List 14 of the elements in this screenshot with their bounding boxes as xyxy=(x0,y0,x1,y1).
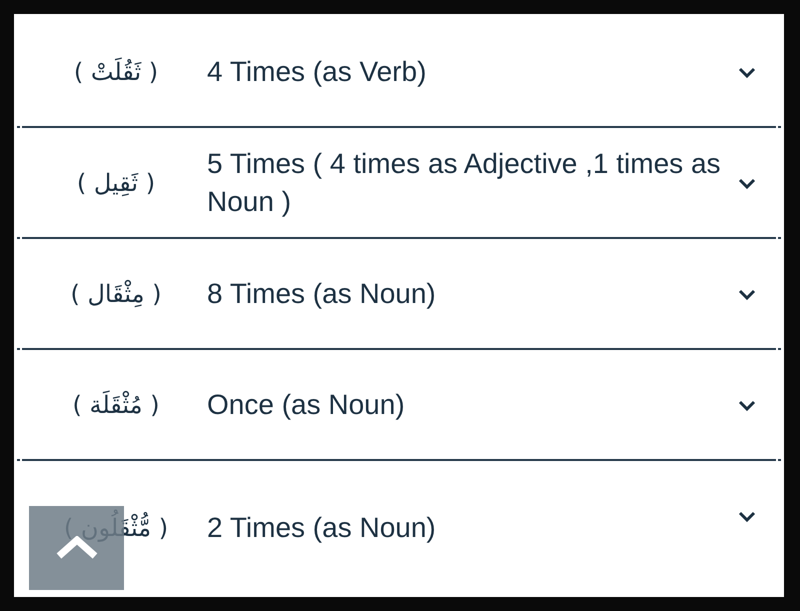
chevron-down-icon[interactable] xyxy=(737,289,757,301)
arabic-word: ( ثَقِيل ) xyxy=(76,168,156,196)
arabic-word: ( مُثْقَلَة ) xyxy=(71,390,161,418)
chevron-down-icon[interactable] xyxy=(737,400,757,412)
chevron-down-icon[interactable] xyxy=(737,178,757,190)
occurrence-text: Once (as Noun) xyxy=(207,388,406,422)
occurrence-text: 5 Times ( 4 times as Adjective ,1 times as Noun ) xyxy=(207,146,722,219)
arabic-word: ( مِثْقَال ) xyxy=(70,280,162,308)
chevron-down-icon[interactable] xyxy=(737,511,757,523)
occurrence-text: 2 Times (as Noun) xyxy=(207,510,437,545)
chevron-down-icon[interactable] xyxy=(737,67,757,79)
arabic-word: ( ثَقُلَتْ ) xyxy=(72,58,160,86)
occurrence-text: 4 Times (as Verb) xyxy=(207,54,428,89)
occurrence-text: 8 Times (as Noun) xyxy=(207,276,437,311)
